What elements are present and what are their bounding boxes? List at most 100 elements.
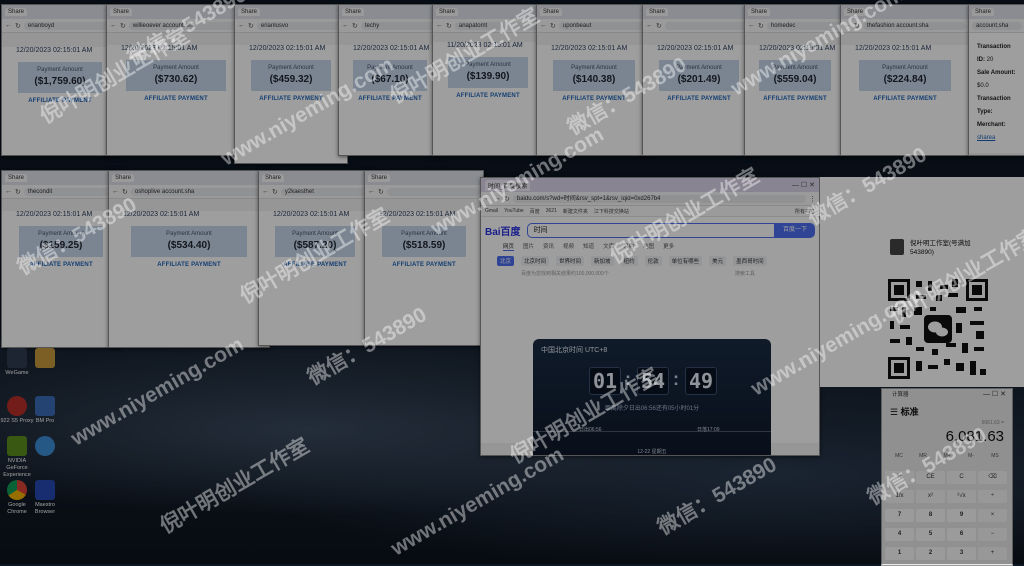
reload-icon[interactable]: ↻ bbox=[15, 188, 21, 196]
reload-icon[interactable]: ↻ bbox=[550, 22, 556, 30]
calc-mem-m+-button[interactable]: M+ bbox=[936, 451, 958, 461]
url-field[interactable]: erianboyd bbox=[23, 21, 115, 30]
reload-icon[interactable]: ↻ bbox=[446, 22, 452, 30]
calc-key-button[interactable]: − bbox=[978, 528, 1007, 541]
menu-icon[interactable]: ☰ bbox=[890, 407, 898, 417]
desktop-icon-bm-pro[interactable]: BM Pro bbox=[28, 396, 62, 425]
url-field[interactable] bbox=[664, 21, 752, 30]
merchant-link[interactable]: sharea bbox=[977, 135, 995, 141]
search-tab-3[interactable]: 视频 bbox=[563, 242, 574, 251]
reload-icon[interactable]: ↻ bbox=[758, 22, 764, 30]
tab[interactable]: Share bbox=[436, 8, 459, 16]
calc-key-button[interactable]: 4 bbox=[885, 528, 914, 541]
calc-key-button[interactable]: 1/x bbox=[885, 490, 914, 503]
calc-key-button[interactable]: 8 bbox=[916, 509, 945, 522]
tab[interactable]: Share bbox=[540, 8, 563, 16]
bookmark-exchange[interactable]: 江下科技交换站 bbox=[594, 208, 629, 215]
url-field[interactable]: techy bbox=[360, 21, 438, 30]
url-field[interactable]: baidu.com/s?wd=时间&rsv_spt=1&rsv_iqid=0xd… bbox=[512, 194, 806, 203]
reload-icon[interactable]: ↻ bbox=[120, 22, 126, 30]
tab[interactable]: Share bbox=[112, 174, 135, 182]
calc-key-button[interactable]: + bbox=[978, 547, 1007, 560]
url-field[interactable] bbox=[386, 187, 480, 196]
bookmark-youtube[interactable]: YouTube bbox=[504, 208, 524, 214]
url-field[interactable]: anapatomt bbox=[454, 21, 540, 30]
quick-filter-5[interactable]: 伦敦 bbox=[644, 256, 662, 266]
calc-mem-m--button[interactable]: M- bbox=[960, 451, 982, 461]
tab-baidu[interactable]: 时间_百度搜索 bbox=[485, 179, 531, 191]
quick-filter-0[interactable]: 北京 bbox=[497, 256, 515, 266]
url-field[interactable]: uponbeaut bbox=[558, 21, 648, 30]
calc-key-button[interactable]: 6 bbox=[947, 528, 976, 541]
search-input[interactable]: 时间 bbox=[526, 223, 775, 238]
search-tab-7[interactable]: 地图 bbox=[643, 242, 654, 251]
tab[interactable]: Share bbox=[238, 8, 261, 16]
search-button[interactable]: 百度一下 bbox=[775, 223, 815, 238]
back-icon[interactable]: ← bbox=[112, 188, 119, 195]
search-tab-6[interactable]: 采购 bbox=[623, 242, 634, 251]
url-field[interactable]: account.sha bbox=[972, 21, 1022, 30]
calc-key-button[interactable]: x² bbox=[916, 490, 945, 503]
bookmark-baidu[interactable]: 百度 bbox=[530, 208, 540, 215]
calc-key-button[interactable]: 1 bbox=[885, 547, 914, 560]
quick-filter-8[interactable]: 墨西哥时间 bbox=[733, 256, 767, 266]
search-tab-0[interactable]: 网页 bbox=[503, 242, 515, 251]
url-field[interactable]: thecondit bbox=[23, 187, 117, 196]
back-icon[interactable]: ← bbox=[5, 22, 12, 29]
search-tab-1[interactable]: 图片 bbox=[523, 242, 534, 251]
extensions-icon[interactable]: ⋮ bbox=[809, 195, 816, 203]
calc-key-button[interactable]: % bbox=[885, 471, 914, 484]
calc-key-button[interactable]: 7 bbox=[885, 509, 914, 522]
quick-filter-6[interactable]: 单位有哪些 bbox=[668, 256, 703, 266]
back-icon[interactable]: ← bbox=[646, 22, 653, 29]
tab[interactable]: Share bbox=[262, 174, 285, 182]
tab[interactable]: Share bbox=[368, 174, 391, 182]
tab[interactable]: Share bbox=[646, 8, 669, 16]
tab[interactable]: Share bbox=[5, 8, 28, 16]
search-tab-8[interactable]: 更多 bbox=[663, 242, 674, 251]
search-tab-2[interactable]: 资讯 bbox=[543, 242, 554, 251]
baidu-logo[interactable]: Bai百度 bbox=[485, 223, 521, 238]
back-icon[interactable]: ← bbox=[748, 22, 755, 29]
back-icon[interactable]: ← bbox=[844, 22, 851, 29]
bookmark-folder[interactable]: 新建文件夹 bbox=[563, 208, 588, 215]
url-field[interactable]: oshoplive account.sha bbox=[130, 187, 266, 196]
quick-filter-7[interactable]: 美元 bbox=[709, 256, 727, 266]
back-icon[interactable]: ← bbox=[540, 22, 547, 29]
reload-icon[interactable]: ↻ bbox=[272, 188, 278, 196]
calc-key-button[interactable]: × bbox=[978, 509, 1007, 522]
url-field[interactable]: willieoever account.sha bbox=[128, 21, 242, 30]
calc-key-button[interactable]: 3 bbox=[947, 547, 976, 560]
back-icon[interactable]: ← bbox=[368, 188, 375, 195]
bookmark-all[interactable]: 所有书签 bbox=[795, 208, 815, 215]
reload-icon[interactable]: ↻ bbox=[122, 188, 128, 196]
calc-mem-mc-button[interactable]: MC bbox=[888, 451, 910, 461]
calc-key-button[interactable]: 5 bbox=[916, 528, 945, 541]
search-tools-link[interactable]: 搜索工具 bbox=[735, 270, 755, 277]
quick-filter-1[interactable]: 北京时间 bbox=[521, 256, 550, 266]
calc-key-button[interactable]: ⌫ bbox=[978, 471, 1007, 484]
back-icon[interactable]: ← bbox=[5, 188, 12, 195]
tab[interactable]: Share bbox=[748, 8, 771, 16]
tab[interactable]: Share bbox=[342, 8, 365, 16]
desktop-icon-folder[interactable] bbox=[28, 348, 62, 368]
quick-filter-2[interactable]: 世界时间 bbox=[556, 256, 585, 266]
reload-icon[interactable]: ↻ bbox=[378, 188, 384, 196]
reload-icon[interactable]: ↻ bbox=[248, 22, 254, 30]
url-field[interactable]: homedec bbox=[766, 21, 842, 30]
back-icon[interactable]: ← bbox=[110, 22, 117, 29]
bookmark-gmail[interactable]: Gmail bbox=[485, 208, 498, 214]
desktop-icon-maestro[interactable]: Maestro Browser bbox=[28, 480, 62, 516]
calc-key-button[interactable]: CE bbox=[916, 471, 945, 484]
address-bar[interactable]: account.sha bbox=[969, 19, 1024, 33]
tab[interactable]: Share bbox=[844, 8, 867, 16]
reload-icon[interactable]: ↻ bbox=[352, 22, 358, 30]
bookmark-3621[interactable]: 3621 bbox=[546, 208, 557, 214]
quick-filter-3[interactable]: 新加坡 bbox=[591, 256, 614, 266]
back-icon[interactable]: ← bbox=[484, 195, 491, 202]
tab[interactable]: Share bbox=[110, 8, 133, 16]
url-field[interactable]: thefashion account.sha bbox=[862, 21, 966, 30]
desktop-icon-app[interactable] bbox=[28, 436, 62, 456]
window-controls[interactable]: — ☐ ✕ bbox=[792, 181, 815, 189]
url-field[interactable]: y2kaesthet bbox=[280, 187, 368, 196]
